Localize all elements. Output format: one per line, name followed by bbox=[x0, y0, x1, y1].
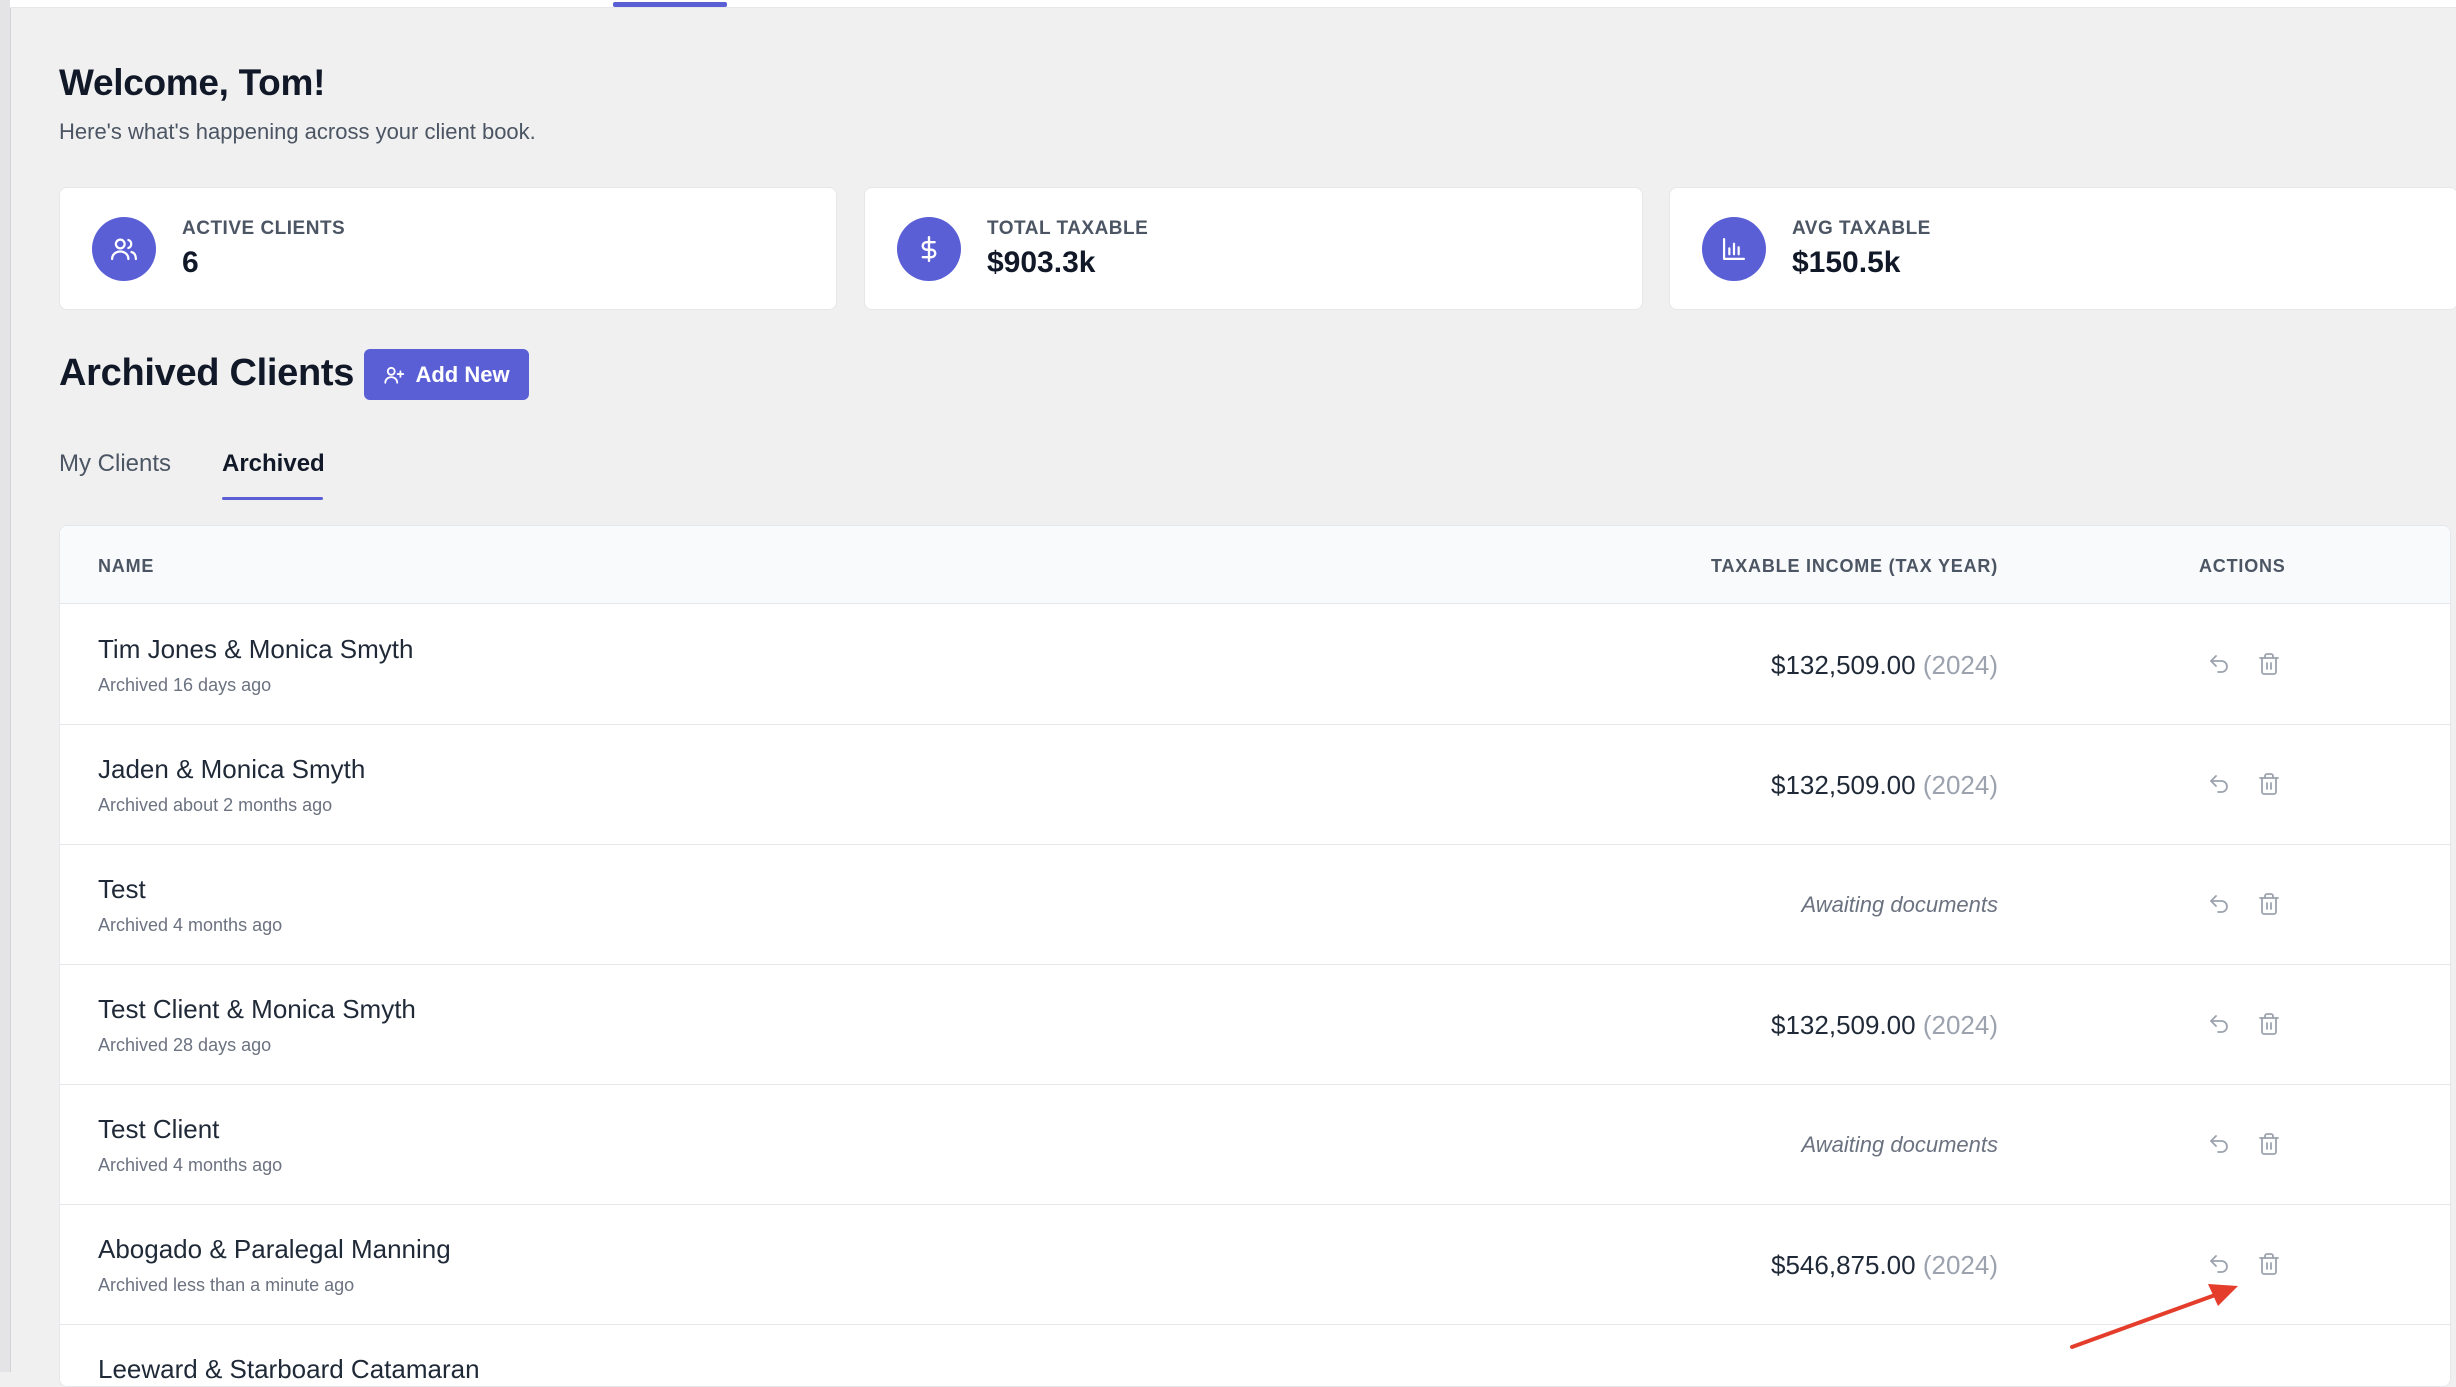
restore-button[interactable] bbox=[2204, 889, 2234, 919]
column-header-name: NAME bbox=[98, 556, 155, 576]
stat-label: ACTIVE CLIENTS bbox=[182, 218, 346, 239]
income-amount: $132,509.00 bbox=[1771, 1010, 1916, 1040]
stat-card-active-clients: ACTIVE CLIENTS 6 bbox=[59, 187, 837, 310]
undo-icon bbox=[2210, 1135, 2228, 1153]
trash-icon bbox=[2259, 1133, 2279, 1155]
trash-icon bbox=[2259, 1253, 2279, 1275]
archived-time: Archived 4 months ago bbox=[98, 915, 283, 935]
trash-icon bbox=[2259, 653, 2279, 675]
table-row[interactable]: Jaden & Monica Smyth Archived about 2 mo… bbox=[60, 724, 2450, 845]
taxable-income: $132,509.00 (2024) bbox=[1771, 650, 1998, 681]
delete-button[interactable] bbox=[2254, 889, 2284, 919]
archived-clients-table: NAME TAXABLE INCOME (TAX YEAR) ACTIONS T… bbox=[59, 525, 2451, 1387]
undo-icon bbox=[2210, 1015, 2228, 1033]
bar-chart-icon bbox=[1702, 217, 1766, 281]
delete-button[interactable] bbox=[2254, 1129, 2284, 1159]
dollar-icon bbox=[897, 217, 961, 281]
table-row[interactable]: Leeward & Starboard Catamaran bbox=[60, 1324, 2450, 1386]
delete-button[interactable] bbox=[2254, 769, 2284, 799]
restore-button[interactable] bbox=[2204, 1009, 2234, 1039]
tax-year: (2024) bbox=[1922, 770, 1998, 800]
add-user-icon bbox=[384, 366, 405, 384]
client-name[interactable]: Abogado & Paralegal Manning bbox=[98, 1234, 451, 1265]
undo-icon bbox=[2210, 775, 2228, 793]
income-status: Awaiting documents bbox=[1801, 892, 1999, 917]
trash-icon bbox=[2259, 893, 2279, 915]
stat-value: 6 bbox=[182, 246, 199, 279]
client-name[interactable]: Test Client & Monica Smyth bbox=[98, 994, 416, 1025]
stat-card-total-taxable: TOTAL TAXABLE $903.3k bbox=[864, 187, 1643, 310]
archived-time: Archived 4 months ago bbox=[98, 1155, 283, 1175]
client-name[interactable]: Jaden & Monica Smyth bbox=[98, 754, 365, 785]
table-row[interactable]: Test Client & Monica Smyth Archived 28 d… bbox=[60, 964, 2450, 1085]
tab-archived[interactable]: Archived bbox=[222, 450, 325, 478]
column-header-actions: ACTIONS bbox=[2199, 556, 2286, 576]
stat-value: $150.5k bbox=[1792, 246, 1901, 279]
archived-time: Archived less than a minute ago bbox=[98, 1275, 355, 1295]
client-name[interactable]: Test Client bbox=[98, 1114, 219, 1145]
add-new-label: Add New bbox=[415, 361, 510, 387]
taxable-income: $132,509.00 (2024) bbox=[1771, 1010, 1998, 1041]
active-nav-indicator bbox=[613, 2, 727, 7]
archived-time: Archived 16 days ago bbox=[98, 675, 272, 695]
income-amount: $132,509.00 bbox=[1771, 650, 1916, 680]
undo-icon bbox=[2210, 1255, 2228, 1273]
table-header: NAME TAXABLE INCOME (TAX YEAR) ACTIONS bbox=[60, 526, 2450, 604]
trash-icon bbox=[2259, 1013, 2279, 1035]
delete-button[interactable] bbox=[2254, 1249, 2284, 1279]
left-edge bbox=[0, 0, 11, 1372]
trash-icon bbox=[2259, 773, 2279, 795]
taxable-income: $546,875.00 (2024) bbox=[1771, 1250, 1998, 1281]
section-title: Archived Clients bbox=[59, 352, 355, 394]
table-row[interactable]: Test Archived 4 months ago Awaiting docu… bbox=[60, 844, 2450, 965]
table-row[interactable]: Abogado & Paralegal Manning Archived les… bbox=[60, 1204, 2450, 1325]
undo-icon bbox=[2210, 895, 2228, 913]
undo-icon bbox=[2210, 655, 2228, 673]
page-subtitle: Here's what's happening across your clie… bbox=[59, 119, 536, 144]
users-icon bbox=[92, 217, 156, 281]
tax-year: (2024) bbox=[1922, 650, 1998, 680]
client-name[interactable]: Test bbox=[98, 874, 146, 905]
client-name[interactable]: Tim Jones & Monica Smyth bbox=[98, 634, 413, 665]
stat-card-avg-taxable: AVG TAXABLE $150.5k bbox=[1669, 187, 2456, 310]
tab-my-clients[interactable]: My Clients bbox=[59, 450, 171, 478]
stat-label: TOTAL TAXABLE bbox=[987, 218, 1149, 239]
page-title: Welcome, Tom! bbox=[59, 62, 326, 103]
restore-button[interactable] bbox=[2204, 1249, 2234, 1279]
income-status: Awaiting documents bbox=[1801, 1132, 1999, 1157]
archived-time: Archived 28 days ago bbox=[98, 1035, 272, 1055]
tax-year: (2024) bbox=[1922, 1250, 1998, 1280]
archived-time: Archived about 2 months ago bbox=[98, 795, 333, 815]
restore-button[interactable] bbox=[2204, 649, 2234, 679]
restore-button[interactable] bbox=[2204, 1129, 2234, 1159]
column-header-income: TAXABLE INCOME (TAX YEAR) bbox=[1710, 556, 1998, 576]
add-new-button[interactable]: Add New bbox=[364, 349, 529, 400]
income-amount: $546,875.00 bbox=[1771, 1250, 1916, 1280]
delete-button[interactable] bbox=[2254, 649, 2284, 679]
top-nav-bar bbox=[10, 0, 2456, 8]
table-row[interactable]: Test Client Archived 4 months ago Awaiti… bbox=[60, 1084, 2450, 1205]
client-name[interactable]: Leeward & Starboard Catamaran bbox=[98, 1354, 480, 1385]
restore-button[interactable] bbox=[2204, 769, 2234, 799]
income-amount: $132,509.00 bbox=[1771, 770, 1916, 800]
delete-button[interactable] bbox=[2254, 1009, 2284, 1039]
taxable-income: $132,509.00 (2024) bbox=[1771, 770, 1998, 801]
tax-year: (2024) bbox=[1922, 1010, 1998, 1040]
stat-label: AVG TAXABLE bbox=[1792, 218, 1931, 239]
stat-value: $903.3k bbox=[987, 246, 1096, 279]
table-row[interactable]: Tim Jones & Monica Smyth Archived 16 day… bbox=[60, 604, 2450, 725]
active-tab-underline bbox=[222, 497, 323, 500]
